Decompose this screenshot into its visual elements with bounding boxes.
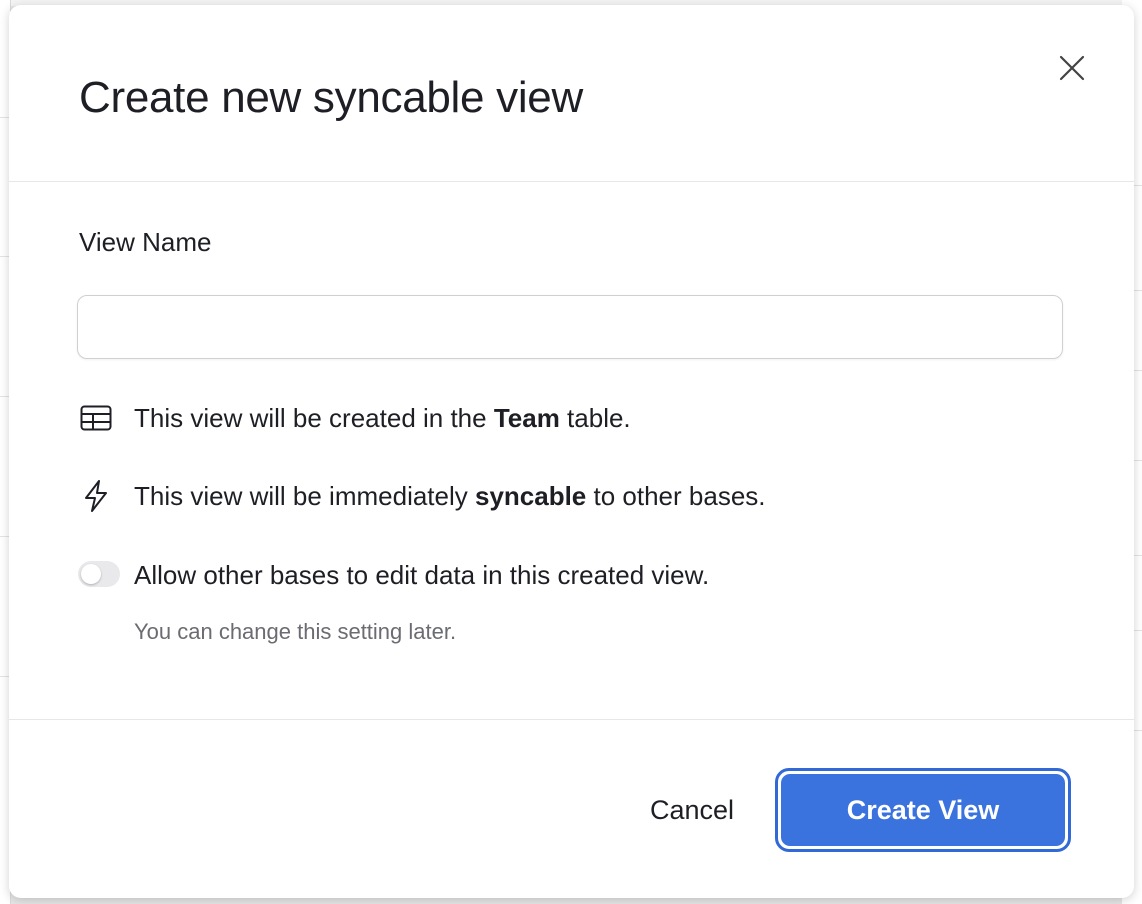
table-icon: [79, 401, 113, 435]
info-table-row: This view will be created in the Team ta…: [79, 401, 631, 435]
close-button[interactable]: [1055, 51, 1089, 85]
lightning-bolt-icon: [79, 479, 113, 513]
cancel-button[interactable]: Cancel: [621, 775, 763, 845]
info-sync-text: This view will be immediately syncable t…: [134, 480, 766, 511]
footer-divider: [9, 719, 1134, 720]
dialog-title: Create new syncable view: [79, 73, 583, 122]
info-sync-row: This view will be immediately syncable t…: [79, 479, 766, 513]
create-syncable-view-dialog: Create new syncable view View Name This …: [9, 5, 1134, 898]
info-table-text: This view will be created in the Team ta…: [134, 402, 631, 433]
allow-edit-label: Allow other bases to edit data in this c…: [134, 560, 710, 590]
create-view-label: Create View: [781, 774, 1065, 846]
close-icon: [1059, 55, 1085, 81]
setting-hint: You can change this setting later.: [134, 619, 457, 644]
header-divider: [9, 181, 1134, 182]
create-view-button[interactable]: Create View: [775, 768, 1071, 852]
view-name-input[interactable]: [77, 295, 1063, 359]
toggle-knob: [81, 564, 101, 584]
allow-edit-toggle[interactable]: [78, 561, 120, 587]
view-name-label: View Name: [79, 227, 212, 257]
